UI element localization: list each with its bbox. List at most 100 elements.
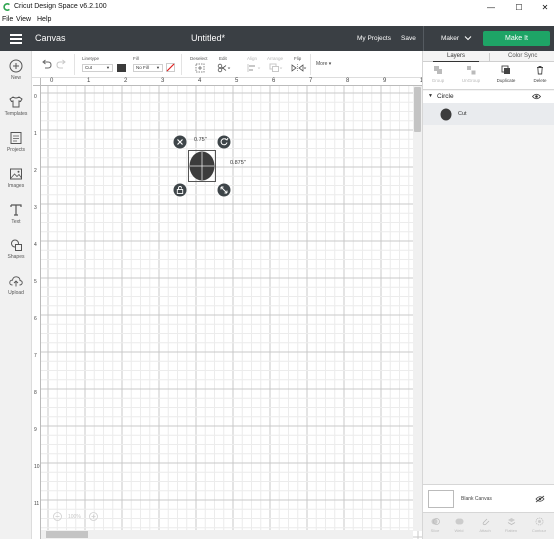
- ruler-top-label: 0: [50, 78, 54, 84]
- resize-handle-icon[interactable]: [217, 183, 231, 197]
- my-projects-button[interactable]: My Projects: [357, 35, 391, 42]
- ruler-left-label: 11: [34, 501, 40, 507]
- ruler-left-label: 2: [34, 168, 37, 174]
- group-button[interactable]: Group: [423, 65, 453, 83]
- sidebar-item-images[interactable]: Images: [0, 167, 32, 189]
- arrange-label: Arrange: [267, 56, 284, 61]
- delete-handle-icon[interactable]: [173, 135, 187, 149]
- zoom-level: 100%: [68, 514, 81, 520]
- vertical-scroll-thumb[interactable]: [414, 87, 421, 132]
- weld-button[interactable]: Weld: [447, 517, 471, 533]
- plus-circle-icon: [9, 59, 23, 73]
- slice-button[interactable]: Slice: [423, 517, 447, 533]
- deselect-label: Deselect: [190, 56, 208, 61]
- flip-icon[interactable]: [291, 63, 307, 73]
- menu-help[interactable]: Help: [37, 16, 51, 23]
- ruler-top-label: 5: [235, 78, 239, 84]
- linetype-select[interactable]: Cut ▼: [82, 64, 113, 72]
- close-window-button[interactable]: ✕: [532, 0, 554, 15]
- sidebar-item-shapes[interactable]: Shapes: [0, 238, 32, 260]
- ruler-left-label: 8: [34, 390, 37, 396]
- hide-eye-icon[interactable]: [535, 495, 545, 503]
- zoom-out-icon[interactable]: [53, 512, 62, 521]
- fill-label: Fill: [133, 56, 139, 61]
- delete-label: Delete: [533, 78, 547, 83]
- deselect-icon[interactable]: [195, 63, 205, 73]
- toolbar-divider: [310, 54, 311, 75]
- more-button[interactable]: More ▾: [316, 61, 331, 67]
- menu-bar: File View Help: [0, 15, 554, 26]
- slice-icon: [431, 518, 440, 525]
- ruler-top: 012345678910: [33, 78, 427, 86]
- left-sidebar: New Templates Projects Images Text Shape…: [0, 51, 32, 539]
- blank-canvas-swatch[interactable]: [428, 490, 454, 508]
- vertical-scrollbar[interactable]: [413, 86, 422, 531]
- document-title[interactable]: Untitled*: [191, 33, 225, 43]
- sidebar-item-new[interactable]: New: [0, 59, 32, 81]
- layers-panel: Layers Color Sync Group UnGroup Duplicat…: [422, 51, 554, 539]
- rotate-handle-icon[interactable]: [217, 135, 231, 149]
- group-icon: [434, 66, 442, 74]
- ungroup-button[interactable]: UnGroup: [456, 65, 486, 83]
- circle-shape[interactable]: [189, 151, 215, 181]
- sidebar-item-upload[interactable]: Upload: [0, 274, 32, 296]
- section-title: Canvas: [35, 33, 66, 43]
- horizontal-scroll-thumb[interactable]: [46, 531, 88, 538]
- sidebar-item-projects[interactable]: Projects: [0, 131, 32, 153]
- slice-label: Slice: [430, 528, 440, 533]
- sidebar-item-text[interactable]: Text: [0, 203, 32, 225]
- title-bar: Cricut Design Space v6.2.100 — ☐ ✕: [0, 0, 554, 15]
- maximize-button[interactable]: ☐: [506, 0, 532, 15]
- upload-icon: [9, 276, 23, 287]
- make-it-button[interactable]: Make It: [483, 31, 550, 46]
- ruler-top-label: 2: [124, 78, 128, 84]
- save-button[interactable]: Save: [401, 35, 416, 42]
- ungroup-label: UnGroup: [461, 78, 481, 83]
- lock-handle-icon[interactable]: [173, 183, 187, 197]
- sidebar-item-templates[interactable]: Templates: [0, 95, 32, 117]
- image-icon: [10, 168, 22, 180]
- flatten-icon: [507, 518, 515, 525]
- ruler-left-label: 7: [34, 353, 37, 359]
- visibility-eye-icon[interactable]: [532, 93, 541, 100]
- hamburger-menu-icon[interactable]: [10, 34, 22, 44]
- minimize-button[interactable]: —: [478, 0, 504, 15]
- zoom-in-icon[interactable]: [89, 512, 98, 521]
- ruler-left-label: 0: [34, 94, 37, 100]
- delete-button[interactable]: Delete: [525, 65, 554, 83]
- ruler-left-label: 4: [34, 242, 37, 248]
- contour-button[interactable]: Contour: [527, 517, 551, 533]
- flatten-button[interactable]: Flatten: [499, 517, 523, 533]
- horizontal-scrollbar[interactable]: [41, 530, 413, 539]
- machine-selector[interactable]: Maker: [441, 35, 459, 42]
- linetype-color-swatch[interactable]: [117, 64, 126, 72]
- selected-object[interactable]: [188, 150, 216, 182]
- blank-canvas-row[interactable]: Blank Canvas: [423, 484, 554, 512]
- undo-icon[interactable]: [41, 59, 52, 69]
- ruler-top-label: 3: [161, 78, 165, 84]
- tab-color-sync[interactable]: Color Sync: [508, 53, 537, 59]
- contour-label: Contour: [531, 528, 547, 533]
- tab-layers[interactable]: Layers: [447, 53, 465, 59]
- ruler-left: 0 1 2 3 4 5 6 7 8 9 10 11: [33, 78, 41, 539]
- redo-icon[interactable]: [56, 59, 67, 69]
- menu-file[interactable]: File: [2, 16, 13, 23]
- layer-group-circle[interactable]: ▼ Circle: [423, 91, 554, 103]
- duplicate-button[interactable]: Duplicate: [491, 65, 521, 83]
- sidebar-item-label: Images: [7, 183, 25, 189]
- fill-select[interactable]: No Fill ▼: [133, 64, 163, 72]
- edit-scissors-icon[interactable]: [217, 63, 231, 73]
- chevron-down-icon[interactable]: [464, 34, 472, 42]
- attach-button[interactable]: Attach: [473, 517, 497, 533]
- panel-tabs: Layers Color Sync: [423, 51, 554, 62]
- edit-toolbar: Linetype Cut ▼ Fill No Fill ▼ Deselect E…: [32, 51, 422, 78]
- ruler-left-label: 1: [34, 131, 37, 137]
- arrange-icon[interactable]: [269, 63, 283, 73]
- no-fill-swatch-icon[interactable]: [166, 63, 175, 72]
- ruler-top-label: 9: [383, 78, 387, 84]
- collapse-arrow-icon[interactable]: ▼: [428, 93, 433, 99]
- menu-view[interactable]: View: [16, 16, 31, 23]
- align-icon[interactable]: [247, 63, 261, 73]
- layer-actions: Group UnGroup Duplicate Delete: [423, 62, 554, 90]
- layer-item-cut[interactable]: Cut: [423, 103, 554, 125]
